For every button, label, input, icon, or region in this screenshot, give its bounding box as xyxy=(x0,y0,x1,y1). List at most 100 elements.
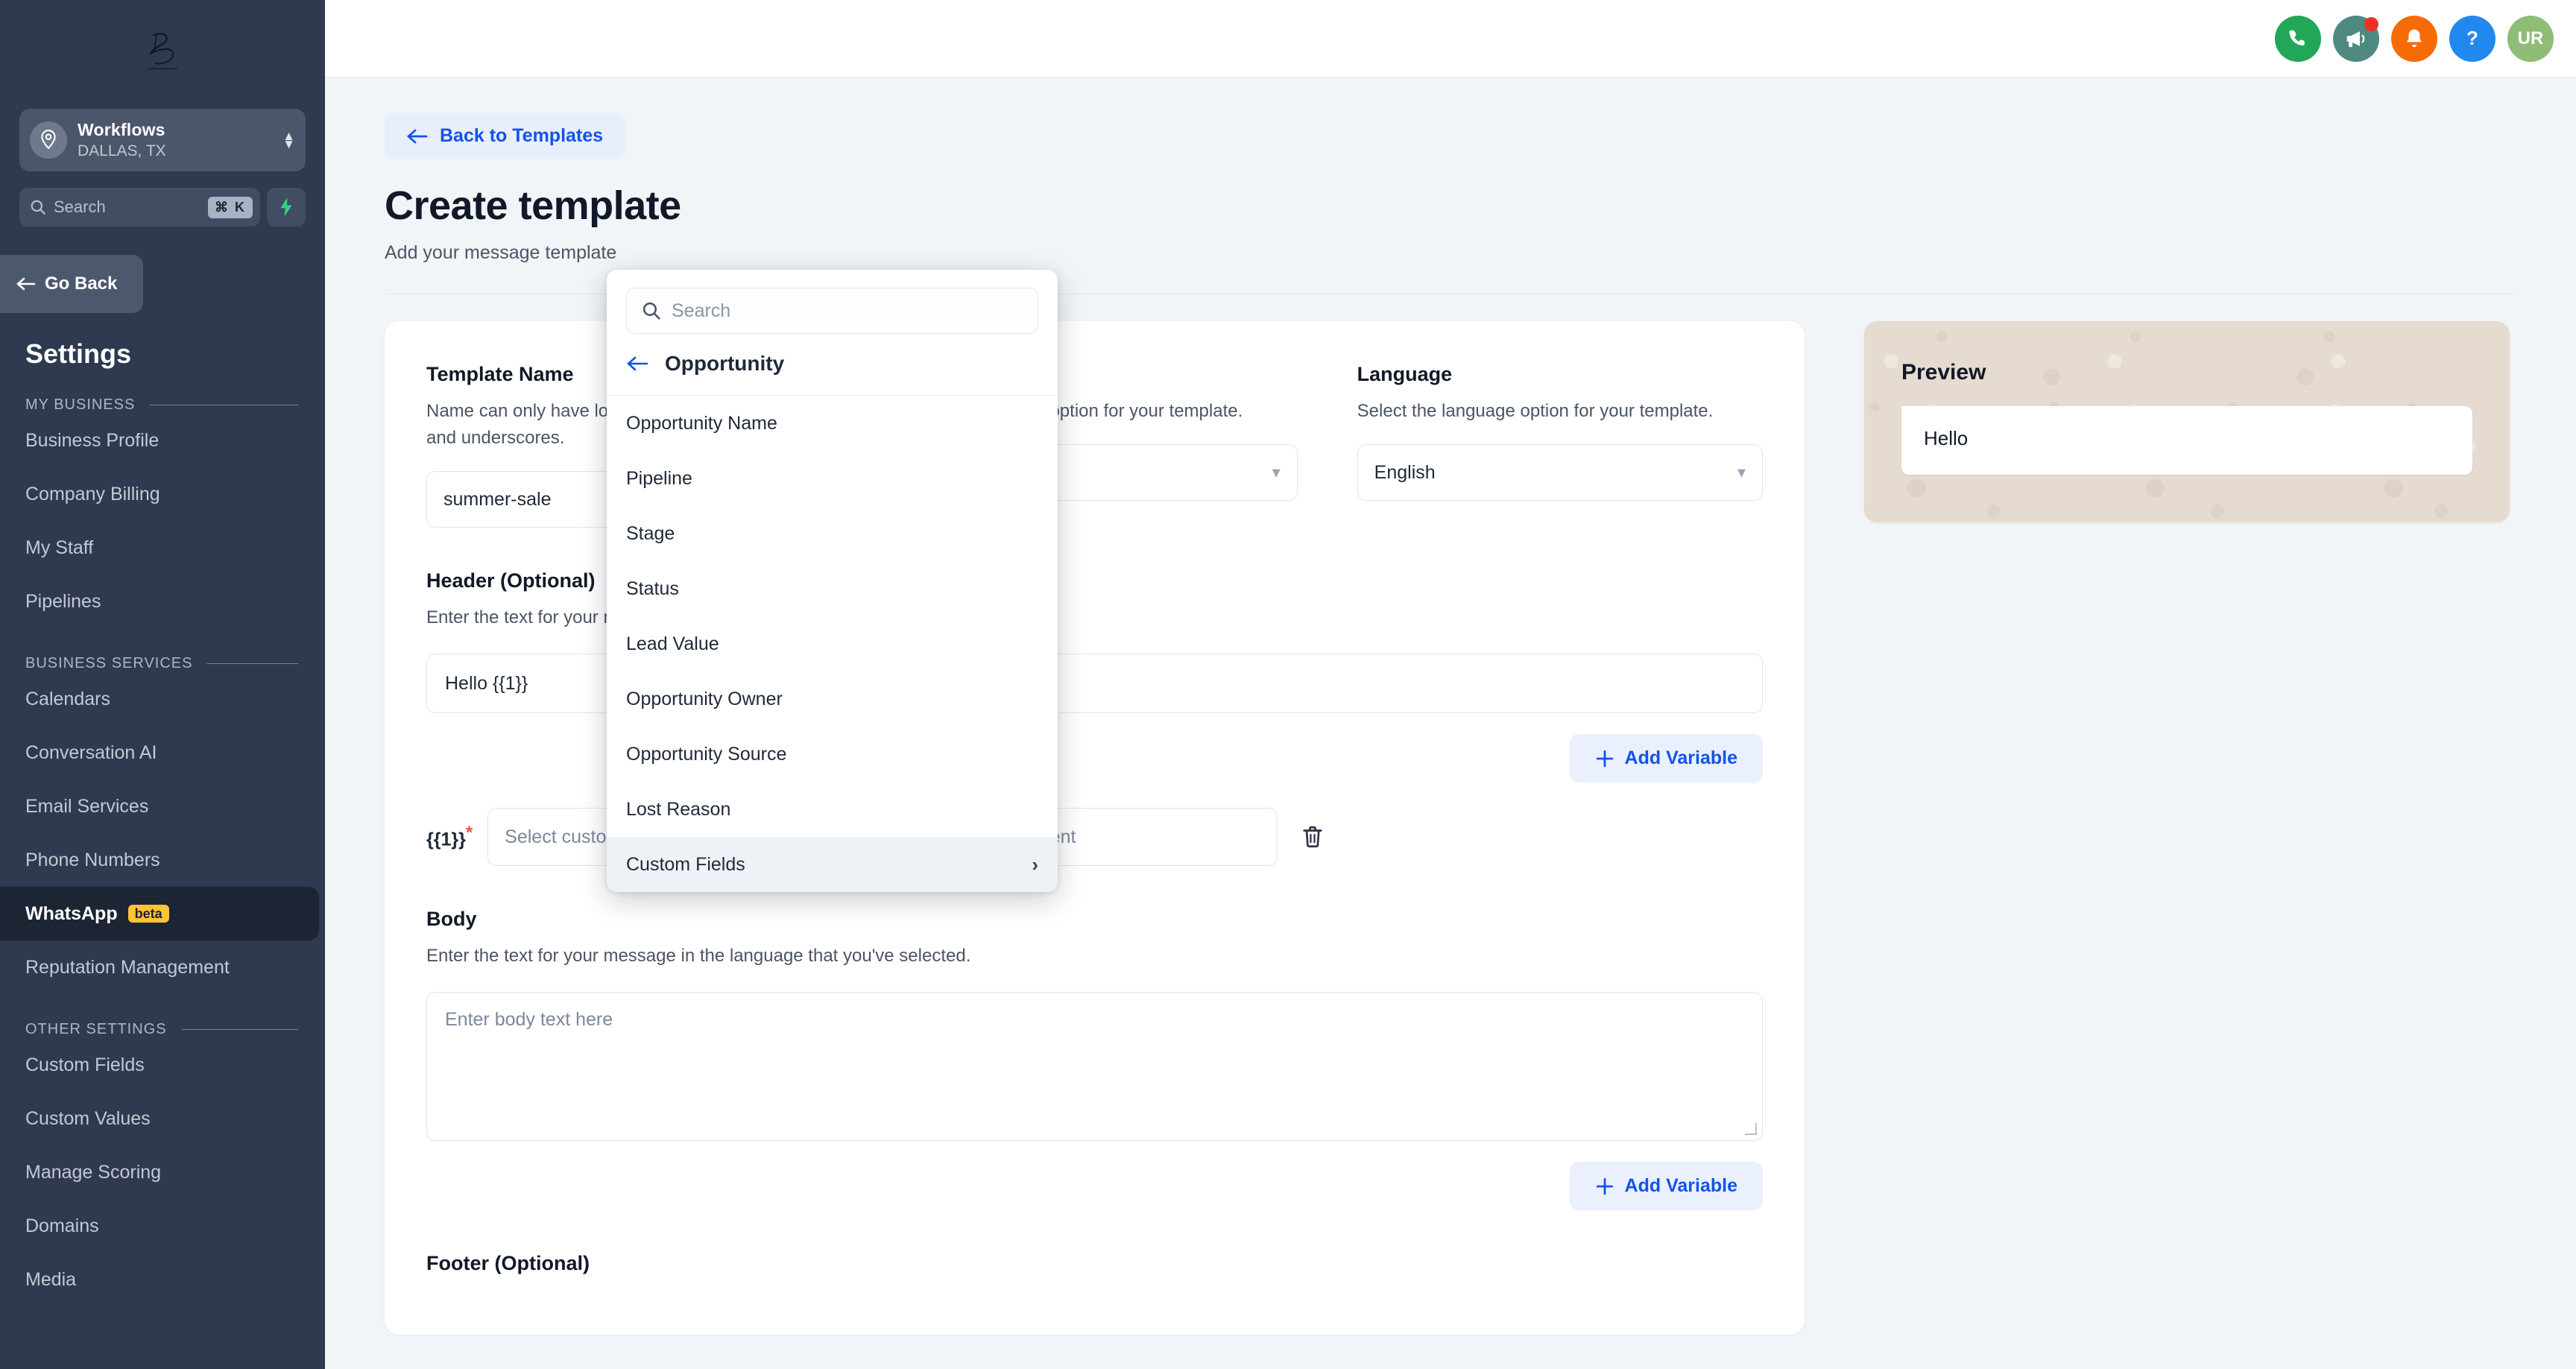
phone-button[interactable] xyxy=(2275,15,2321,62)
popup-search-input[interactable]: Search xyxy=(626,288,1038,334)
sidebar-item-label: Email Services xyxy=(25,795,149,817)
popup-item-custom-fields[interactable]: Custom Fields › xyxy=(607,837,1058,892)
go-back-button[interactable]: Go Back xyxy=(0,255,143,313)
footer-label: Footer (Optional) xyxy=(426,1252,590,1274)
page-subtitle: Add your message template xyxy=(385,242,617,263)
sidebar-item-my-staff[interactable]: My Staff xyxy=(0,521,325,575)
sidebar-item-label: Custom Fields xyxy=(25,1054,145,1075)
sidebar-item-conversation-ai[interactable]: Conversation AI xyxy=(0,726,325,780)
popup-item-status[interactable]: Status xyxy=(607,561,1058,616)
sidebar-item-label: Business Profile xyxy=(25,429,160,451)
back-to-templates-button[interactable]: Back to Templates xyxy=(385,113,626,159)
top-bar: ? UR xyxy=(325,0,2576,78)
sidebar-item-company-billing[interactable]: Company Billing xyxy=(0,467,325,521)
popup-item-lead-value[interactable]: Lead Value xyxy=(607,616,1058,671)
field-language: Language Select the language option for … xyxy=(1357,363,1763,528)
section-rule xyxy=(207,663,298,664)
location-switcher[interactable]: Workflows DALLAS, TX ▲ ▼ xyxy=(19,109,306,171)
sidebar-item-label: Domains xyxy=(25,1215,99,1236)
brand-logo[interactable] xyxy=(0,0,325,104)
page-title-settings: Settings xyxy=(25,338,132,369)
sidebar-item-label: Manage Scoring xyxy=(25,1161,162,1183)
popup-item-label: Status xyxy=(626,578,679,599)
sidebar-item-label: Media xyxy=(25,1268,77,1290)
plus-icon xyxy=(1596,750,1613,767)
language-label: Language xyxy=(1357,363,1453,385)
help-label: ? xyxy=(2466,27,2478,49)
popup-item-label: Opportunity Name xyxy=(626,412,777,434)
sidebar-item-label: WhatsApp xyxy=(25,902,118,924)
quick-actions-button[interactable] xyxy=(267,188,306,227)
body-help: Enter the text for your message in the l… xyxy=(426,946,971,966)
language-select[interactable]: English ▾ xyxy=(1357,444,1763,501)
page-title: Create template xyxy=(385,183,681,228)
add-variable-label: Add Variable xyxy=(1624,1175,1737,1196)
field-body: Body Enter the text for your message in … xyxy=(426,908,1763,1210)
popup-item-pipeline[interactable]: Pipeline xyxy=(607,451,1058,506)
popup-item-label: Stage xyxy=(626,522,675,544)
add-variable-button-header[interactable]: Add Variable xyxy=(1569,734,1763,782)
popup-item-label: Custom Fields xyxy=(626,853,745,875)
header-value: Hello {{1}} xyxy=(445,672,528,694)
field-footer: Footer (Optional) xyxy=(426,1252,1763,1275)
sidebar-item-custom-fields[interactable]: Custom Fields xyxy=(0,1038,325,1092)
preview-message-text: Hello xyxy=(1924,427,1969,449)
body-textarea[interactable]: Enter body text here xyxy=(426,992,1763,1141)
section-header-business-services: BUSINESS SERVICES xyxy=(25,655,298,672)
arrow-left-icon xyxy=(407,129,428,143)
search-shortcut: ⌘ K xyxy=(208,196,253,218)
sidebar-item-phone-numbers[interactable]: Phone Numbers xyxy=(0,833,325,887)
arrow-left-icon xyxy=(627,356,648,371)
beta-badge: beta xyxy=(127,905,169,923)
add-variable-label: Add Variable xyxy=(1624,747,1737,768)
section-header-other-settings: OTHER SETTINGS xyxy=(25,1021,298,1038)
go-back-label: Go Back xyxy=(45,274,118,294)
announcements-button[interactable] xyxy=(2333,15,2379,62)
location-pin-icon xyxy=(30,121,67,159)
body-add-variable-row: Add Variable xyxy=(426,1162,1763,1210)
delete-variable-button[interactable] xyxy=(1292,824,1333,850)
variable-token: {{1}}* xyxy=(426,823,473,850)
sidebar-item-label: Company Billing xyxy=(25,483,160,505)
sidebar-item-label: Custom Values xyxy=(25,1107,151,1129)
sidebar-item-manage-scoring[interactable]: Manage Scoring xyxy=(0,1145,325,1199)
back-to-templates-label: Back to Templates xyxy=(440,125,604,146)
popup-item-stage[interactable]: Stage xyxy=(607,506,1058,561)
sidebar-item-custom-values[interactable]: Custom Values xyxy=(0,1092,325,1145)
required-asterisk: * xyxy=(465,823,473,844)
add-variable-button-body[interactable]: Add Variable xyxy=(1569,1162,1763,1210)
bell-icon xyxy=(2407,29,2422,47)
search-input[interactable]: Search ⌘ K xyxy=(19,188,260,227)
sidebar-search-row: Search ⌘ K xyxy=(19,188,306,227)
section-header-my-business: MY BUSINESS xyxy=(25,396,298,414)
chevron-down-icon: ▾ xyxy=(1272,463,1281,481)
sidebar-item-media[interactable]: Media xyxy=(0,1253,325,1306)
sidebar-item-reputation-management[interactable]: Reputation Management xyxy=(0,940,325,994)
popup-item-label: Opportunity Owner xyxy=(626,688,783,709)
sidebar-item-calendars[interactable]: Calendars xyxy=(0,672,325,726)
sidebar-item-whatsapp[interactable]: WhatsApp beta xyxy=(0,887,319,940)
popup-item-label: Lead Value xyxy=(626,633,719,654)
preview-title: Preview xyxy=(1901,360,1986,385)
chevron-updown-icon: ▲ ▼ xyxy=(282,129,295,151)
sidebar-item-pipelines[interactable]: Pipelines xyxy=(0,575,325,628)
plus-icon xyxy=(1596,1177,1613,1195)
popup-breadcrumb-back[interactable]: Opportunity xyxy=(607,347,1058,396)
popup-item-opportunity-source[interactable]: Opportunity Source xyxy=(607,727,1058,782)
sidebar-item-business-profile[interactable]: Business Profile xyxy=(0,414,325,467)
sidebar-item-domains[interactable]: Domains xyxy=(0,1199,325,1253)
notifications-button[interactable] xyxy=(2391,15,2437,62)
sidebar-item-label: Phone Numbers xyxy=(25,849,160,870)
popup-search-placeholder: Search xyxy=(672,300,731,321)
popup-item-opportunity-name[interactable]: Opportunity Name xyxy=(607,396,1058,451)
popup-item-lost-reason[interactable]: Lost Reason xyxy=(607,782,1058,837)
avatar[interactable]: UR xyxy=(2507,15,2554,62)
bolt-icon xyxy=(280,197,292,217)
popup-item-label: Opportunity Source xyxy=(626,743,787,765)
popup-item-opportunity-owner[interactable]: Opportunity Owner xyxy=(607,671,1058,727)
sidebar-item-email-services[interactable]: Email Services xyxy=(0,780,325,833)
variable-picker-popup: Search Opportunity Opportunity Name Pipe… xyxy=(607,270,1058,892)
chevron-down-icon: ▾ xyxy=(1737,463,1746,481)
popup-item-label: Lost Reason xyxy=(626,798,731,820)
help-button[interactable]: ? xyxy=(2449,15,2496,62)
